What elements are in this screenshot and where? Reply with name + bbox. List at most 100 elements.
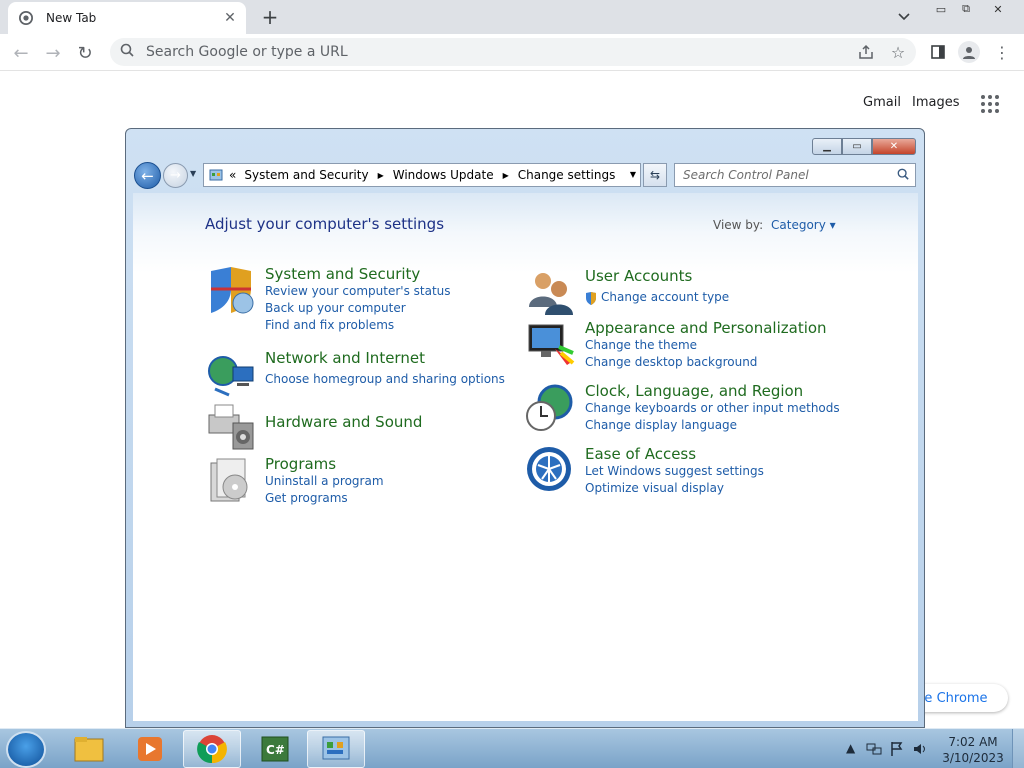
- action-center-flag-icon[interactable]: [890, 741, 904, 760]
- tab-close-icon[interactable]: ✕: [220, 8, 240, 28]
- change-background-link[interactable]: Change desktop background: [585, 354, 827, 371]
- back-button[interactable]: ←: [134, 162, 161, 189]
- chrome-icon[interactable]: [183, 730, 241, 768]
- csharp-ide-icon[interactable]: C#: [246, 730, 304, 768]
- find-fix-link[interactable]: Find and fix problems: [265, 317, 451, 334]
- monitor-palette-icon[interactable]: [525, 319, 577, 371]
- breadcrumb-windows-update[interactable]: Windows Update: [393, 168, 494, 182]
- clock-time: 7:02 AM: [948, 735, 998, 749]
- search-placeholder: Search Control Panel: [683, 168, 809, 182]
- back-up-link[interactable]: Back up your computer: [265, 300, 451, 317]
- optimize-display-link[interactable]: Optimize visual display: [585, 480, 764, 497]
- uac-shield-icon: [585, 291, 597, 305]
- change-account-type-label: Change account type: [601, 290, 730, 304]
- browser-tab[interactable]: New Tab ✕: [8, 2, 246, 34]
- chrome-menu-icon[interactable]: ⋮: [992, 42, 1012, 62]
- refresh-button[interactable]: ⇆: [643, 163, 667, 187]
- breadcrumb-change-settings[interactable]: Change settings: [518, 168, 616, 182]
- change-theme-link[interactable]: Change the theme: [585, 337, 827, 354]
- window-minimize-button[interactable]: ▁: [812, 138, 842, 155]
- network-tray-icon[interactable]: [866, 741, 882, 760]
- category-title[interactable]: Ease of Access: [585, 445, 764, 463]
- breadcrumb-separator-icon[interactable]: ▶: [503, 171, 509, 180]
- breadcrumb-system-security[interactable]: System and Security: [244, 168, 368, 182]
- category-title[interactable]: Clock, Language, and Region: [585, 382, 840, 400]
- address-bar[interactable]: « System and Security ▶ Windows Update ▶…: [203, 163, 641, 187]
- tab-search-chevron-icon[interactable]: [894, 8, 914, 26]
- window-close-button[interactable]: ✕: [872, 138, 916, 155]
- profile-avatar-icon[interactable]: [958, 41, 980, 63]
- search-control-panel-input[interactable]: Search Control Panel: [674, 163, 916, 187]
- category-system-security: System and Security Review your computer…: [205, 265, 451, 334]
- browser-restore-button[interactable]: ⧉: [953, 0, 979, 18]
- gmail-link[interactable]: Gmail: [863, 95, 901, 110]
- omnibox-placeholder: Search Google or type a URL: [146, 44, 348, 60]
- file-explorer-icon[interactable]: [60, 730, 118, 768]
- clock-globe-icon[interactable]: [525, 382, 577, 434]
- volume-icon[interactable]: [912, 741, 928, 760]
- ease-of-access-icon[interactable]: [525, 445, 577, 497]
- media-player-icon[interactable]: [121, 730, 179, 768]
- view-by-label: View by:: [713, 218, 764, 232]
- side-panel-icon[interactable]: [928, 42, 948, 62]
- taskbar: C# ▲ 7:02 AM 3/10/2023: [0, 728, 1024, 768]
- printer-speaker-icon[interactable]: [205, 401, 257, 453]
- browser-toolbar: ← → ↻ Search Google or type a URL ☆ ⋮: [0, 34, 1024, 71]
- google-apps-icon[interactable]: [981, 95, 999, 113]
- category-title[interactable]: Hardware and Sound: [265, 413, 422, 431]
- programs-disc-icon[interactable]: [205, 455, 257, 507]
- view-by-value: Category: [771, 218, 826, 232]
- category-user-accounts: User Accounts Change account type: [525, 267, 729, 319]
- back-arrow-icon[interactable]: ←: [8, 40, 34, 66]
- system-clock[interactable]: 7:02 AM 3/10/2023: [938, 734, 1008, 766]
- browser-close-button[interactable]: ✕: [985, 0, 1011, 18]
- category-network-internet: Network and Internet Choose homegroup an…: [205, 349, 505, 401]
- share-icon[interactable]: [856, 42, 876, 62]
- chrome-favicon-icon: [18, 10, 34, 26]
- view-by-dropdown[interactable]: Category ▾: [771, 218, 836, 232]
- category-title[interactable]: Network and Internet: [265, 349, 505, 367]
- reload-icon[interactable]: ↻: [72, 40, 98, 66]
- category-appearance: Appearance and Personalization Change th…: [525, 319, 827, 371]
- browser-minimize-button[interactable]: ▭: [928, 0, 954, 18]
- show-hidden-icons-button[interactable]: ▲: [846, 741, 855, 755]
- start-button[interactable]: [6, 731, 46, 768]
- category-title[interactable]: Appearance and Personalization: [585, 319, 827, 337]
- control-panel-content: Adjust your computer's settings View by:…: [133, 193, 918, 721]
- address-dropdown-icon[interactable]: ▼: [630, 170, 636, 179]
- change-account-type-link[interactable]: Change account type: [585, 289, 729, 306]
- network-globe-icon[interactable]: [205, 349, 257, 401]
- change-display-language-link[interactable]: Change display language: [585, 417, 840, 434]
- control-panel-icon[interactable]: [307, 730, 365, 768]
- category-hardware-sound: Hardware and Sound: [205, 401, 422, 453]
- bookmark-star-icon[interactable]: ☆: [888, 42, 908, 62]
- category-title[interactable]: System and Security: [265, 265, 451, 283]
- uninstall-program-link[interactable]: Uninstall a program: [265, 473, 384, 490]
- search-icon[interactable]: [897, 168, 909, 183]
- review-status-link[interactable]: Review your computer's status: [265, 283, 451, 300]
- recent-pages-chevron-icon[interactable]: ▼: [190, 169, 196, 178]
- get-programs-link[interactable]: Get programs: [265, 490, 384, 507]
- page-title: Adjust your computer's settings: [205, 215, 445, 233]
- homegroup-link[interactable]: Choose homegroup and sharing options: [265, 371, 505, 388]
- category-ease-of-access: Ease of Access Let Windows suggest setti…: [525, 445, 764, 497]
- users-icon[interactable]: [525, 267, 577, 319]
- new-tab-button[interactable]: +: [258, 5, 282, 29]
- change-keyboards-link[interactable]: Change keyboards or other input methods: [585, 400, 840, 417]
- omnibox[interactable]: Search Google or type a URL: [110, 38, 916, 66]
- suggest-settings-link[interactable]: Let Windows suggest settings: [585, 463, 764, 480]
- clock-date: 3/10/2023: [942, 751, 1004, 765]
- images-link[interactable]: Images: [912, 95, 960, 110]
- show-desktop-button[interactable]: [1012, 729, 1024, 768]
- forward-button[interactable]: →: [163, 163, 188, 188]
- control-panel-window: ▁ ▭ ✕ ← → ▼ « System and Security ▶ Wind…: [125, 128, 925, 728]
- category-programs: Programs Uninstall a program Get program…: [205, 455, 384, 507]
- search-icon: [120, 43, 134, 61]
- window-maximize-button[interactable]: ▭: [842, 138, 872, 155]
- shield-icon[interactable]: [205, 265, 257, 317]
- forward-arrow-icon[interactable]: →: [40, 40, 66, 66]
- category-title[interactable]: User Accounts: [585, 267, 729, 285]
- breadcrumb-overflow[interactable]: «: [229, 168, 236, 182]
- breadcrumb-separator-icon[interactable]: ▶: [378, 171, 384, 180]
- category-title[interactable]: Programs: [265, 455, 384, 473]
